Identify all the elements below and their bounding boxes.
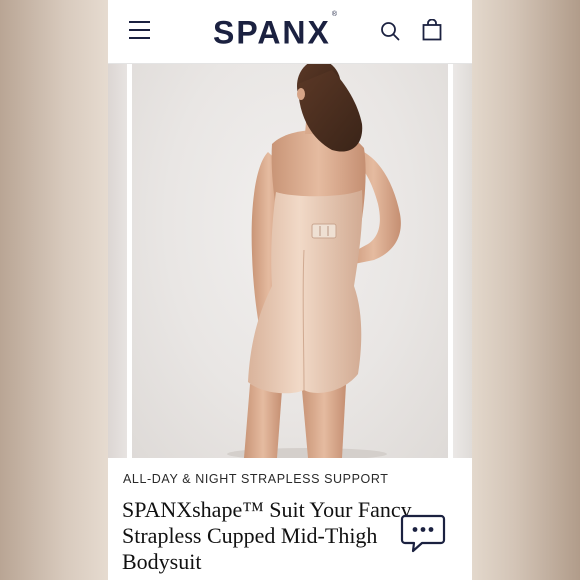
product-title: SPANXshape™ Suit Your Fancy Strapless Cu… [122, 497, 412, 574]
search-icon[interactable] [380, 21, 400, 41]
logo-registered-mark: ® [331, 11, 340, 18]
menu-icon[interactable] [129, 21, 150, 39]
next-slide-peek[interactable] [453, 64, 472, 458]
brand-logo[interactable]: SPANX® [213, 11, 368, 51]
previous-slide-peek[interactable] [108, 64, 127, 458]
model-photo [227, 64, 401, 458]
product-eyebrow: ALL-DAY & NIGHT STRAPLESS SUPPORT [123, 472, 389, 486]
product-image[interactable] [132, 64, 448, 458]
site-header: SPANX® [108, 0, 472, 64]
logo-text: SPANX [213, 14, 331, 51]
backdrop-right [472, 0, 580, 580]
shopping-bag-icon[interactable] [422, 19, 442, 41]
product-image-carousel[interactable] [108, 64, 472, 458]
chat-bubble-icon[interactable] [400, 513, 446, 553]
mobile-screen: SPANX® ALL-DAY & NIGHT STRAPLESS SUPPORT… [108, 0, 472, 580]
backdrop-left [0, 0, 108, 580]
